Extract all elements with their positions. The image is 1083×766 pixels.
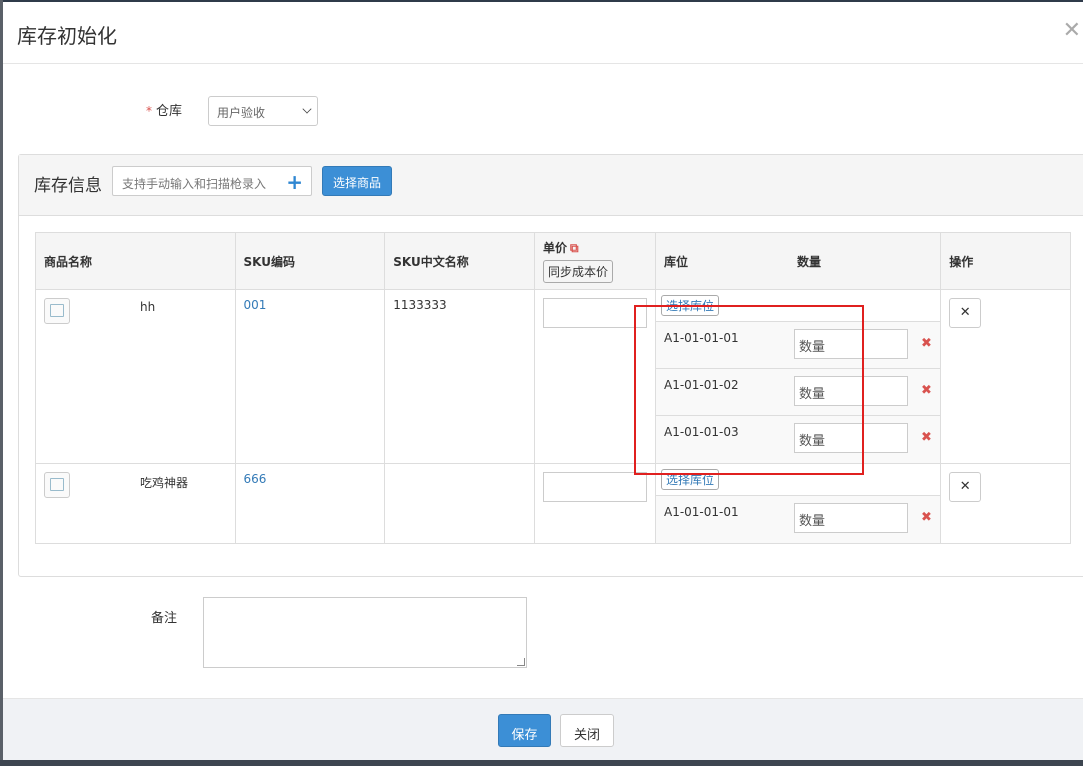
- ops-cell: ✕: [940, 463, 1071, 544]
- remove-location-icon[interactable]: ✖: [921, 510, 932, 525]
- sync-cost-button[interactable]: 同步成本价: [542, 260, 613, 283]
- sku-cn-cell: 1133333: [384, 289, 535, 464]
- warehouse-select-value: 用户验收: [217, 106, 266, 120]
- delete-row-button[interactable]: ✕: [949, 472, 982, 502]
- modal-title: 库存初始化: [17, 24, 117, 48]
- header-price-label: 单价: [542, 241, 567, 255]
- panel-title: 库存信息: [34, 176, 102, 196]
- location-row: A1-01-01-01 数量 ✖: [655, 496, 941, 543]
- remove-location-icon[interactable]: ✖: [921, 383, 932, 398]
- modal-footer: 保存 关闭: [3, 698, 1083, 760]
- scan-input[interactable]: 支持手动输入和扫描枪录入 +: [112, 166, 312, 196]
- location-code: A1-01-01-01: [663, 505, 739, 519]
- table-row: 吃鸡神器 666 选择库位 A1-01-01-01 数量 ✖ ✕: [35, 463, 1071, 544]
- header-sku: SKU编码: [234, 232, 386, 290]
- backdrop-bottom-strip: [0, 760, 1083, 766]
- select-goods-button[interactable]: 选择商品: [322, 166, 392, 196]
- close-icon[interactable]: ✕: [1063, 18, 1081, 43]
- scan-input-placeholder: 支持手动输入和扫描枪录入: [122, 177, 267, 191]
- sku-link[interactable]: 666: [244, 472, 267, 486]
- modal-header: 库存初始化 ✕: [3, 2, 1083, 64]
- header-sku-cn: SKU中文名称: [384, 232, 535, 290]
- location-cell: 选择库位 A1-01-01-01 数量 ✖: [654, 463, 942, 544]
- goods-cell: hh: [35, 289, 236, 464]
- sku-cell: 001: [234, 289, 386, 464]
- header-location: 库位: [663, 254, 688, 269]
- plus-icon[interactable]: +: [286, 170, 303, 194]
- qty-input[interactable]: 数量: [793, 503, 908, 533]
- goods-cell: 吃鸡神器: [35, 463, 236, 544]
- remark-textarea[interactable]: [203, 597, 527, 668]
- header-qty: 数量: [796, 254, 821, 269]
- remark-label: 备注: [151, 611, 178, 626]
- close-button[interactable]: 关闭: [560, 714, 614, 747]
- table-row: hh 001 1133333 选择库位 A1-01-01-01 数量 ✖ A1-: [35, 289, 1071, 464]
- warehouse-label-group: * 仓库: [146, 100, 182, 119]
- price-input[interactable]: [542, 298, 647, 328]
- save-button[interactable]: 保存: [498, 714, 551, 747]
- header-location-qty: 库位 数量: [654, 232, 942, 290]
- sku-link[interactable]: 001: [244, 298, 267, 312]
- ops-cell: ✕: [940, 289, 1071, 464]
- resize-grip-icon[interactable]: [517, 658, 525, 666]
- delete-row-button[interactable]: ✕: [949, 298, 982, 328]
- highlight-annotation-box: [634, 305, 864, 475]
- remove-location-icon[interactable]: ✖: [921, 430, 932, 445]
- goods-image: [44, 298, 70, 324]
- price-cell: [533, 463, 656, 544]
- header-price: 单价 ⧉ 同步成本价: [533, 232, 656, 290]
- sku-cell: 666: [234, 463, 386, 544]
- warehouse-label: 仓库: [156, 104, 183, 119]
- sku-cn-cell: [384, 463, 535, 544]
- panel-header: 库存信息 支持手动输入和扫描枪录入 + 选择商品: [19, 155, 1083, 216]
- goods-name: 吃鸡神器: [140, 476, 189, 490]
- goods-name: hh: [140, 300, 156, 314]
- inventory-panel: 库存信息 支持手动输入和扫描枪录入 + 选择商品 商品名称 SKU编码 SKU中…: [18, 154, 1083, 577]
- table-header-row: 商品名称 SKU编码 SKU中文名称 单价 ⧉ 同步成本价 库位 数量 操作: [35, 232, 1071, 290]
- warehouse-select[interactable]: 用户验收: [208, 96, 318, 126]
- goods-image: [44, 472, 70, 498]
- chevron-down-icon: [302, 104, 312, 114]
- header-name: 商品名称: [35, 232, 236, 290]
- inventory-init-modal: 库存初始化 ✕ * 仓库 用户验收 库存信息 支持手动输入和扫描枪录入 + 选择商…: [3, 2, 1083, 760]
- price-input[interactable]: [542, 472, 647, 502]
- copy-icon[interactable]: ⧉: [570, 241, 579, 255]
- header-ops: 操作: [940, 232, 1071, 290]
- remove-location-icon[interactable]: ✖: [921, 336, 932, 351]
- inventory-table: 商品名称 SKU编码 SKU中文名称 单价 ⧉ 同步成本价 库位 数量 操作 h…: [35, 232, 1071, 544]
- required-mark: *: [146, 104, 152, 118]
